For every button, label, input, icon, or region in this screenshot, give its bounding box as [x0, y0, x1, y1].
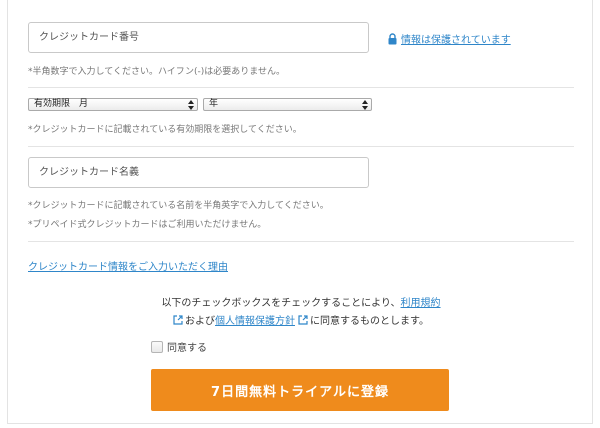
divider: [28, 87, 574, 88]
prepaid-card-hint: *プリペイド式クレジットカードはご利用いただけません。: [28, 220, 267, 230]
expiry-year-select[interactable]: 年: [203, 98, 372, 111]
card-name-input[interactable]: [28, 157, 369, 188]
free-trial-submit-button[interactable]: 7日間無料トライアルに登録: [151, 369, 449, 411]
card-number-hint: *半角数字で入力してください。ハイフン(-)は必要ありません。: [28, 67, 285, 77]
terms-link[interactable]: 利用規約: [401, 298, 441, 309]
consent-line-1: 以下のチェックボックスをチェックすることにより、利用規約: [8, 294, 594, 309]
expiry-year-select-value: 年: [209, 99, 219, 109]
payment-form: 情報は保護されています *半角数字で入力してください。ハイフン(-)は必要ありま…: [7, 0, 593, 424]
consent-text: 以下のチェックボックスをチェックすることにより、: [161, 298, 401, 309]
divider: [28, 241, 574, 242]
select-arrows-icon: [362, 100, 368, 110]
consent-text: および: [185, 316, 215, 327]
expiry-hint: *クレジットカードに記載されている有効期限を選択してください。: [28, 125, 302, 135]
secure-notice-link[interactable]: 情報は保護されています: [401, 31, 511, 46]
agree-checkbox[interactable]: [151, 340, 163, 353]
privacy-policy-link[interactable]: 個人情報保護方針: [215, 316, 295, 327]
card-name-hint: *クレジットカードに記載されている名前を半角英字で入力してください。: [28, 201, 329, 211]
external-link-icon: [298, 315, 308, 325]
consent-line-2: および個人情報保護方針 に同意するものとします。: [8, 312, 594, 327]
expiry-month-select[interactable]: 有効期限 月: [28, 98, 198, 111]
select-arrows-icon: [188, 100, 194, 110]
agree-checkbox-row[interactable]: 同意する: [151, 339, 207, 354]
card-number-input[interactable]: [28, 22, 369, 53]
divider: [28, 146, 574, 147]
secure-notice[interactable]: 情報は保護されています: [387, 31, 511, 46]
agree-checkbox-label: 同意する: [167, 343, 207, 354]
external-link-icon: [173, 315, 183, 325]
consent-text: に同意するものとします。: [310, 316, 429, 327]
expiry-month-select-value: 有効期限 月: [34, 99, 89, 109]
reason-link[interactable]: クレジットカード情報をご入力いただく理由: [28, 258, 228, 273]
lock-icon: [388, 32, 397, 44]
